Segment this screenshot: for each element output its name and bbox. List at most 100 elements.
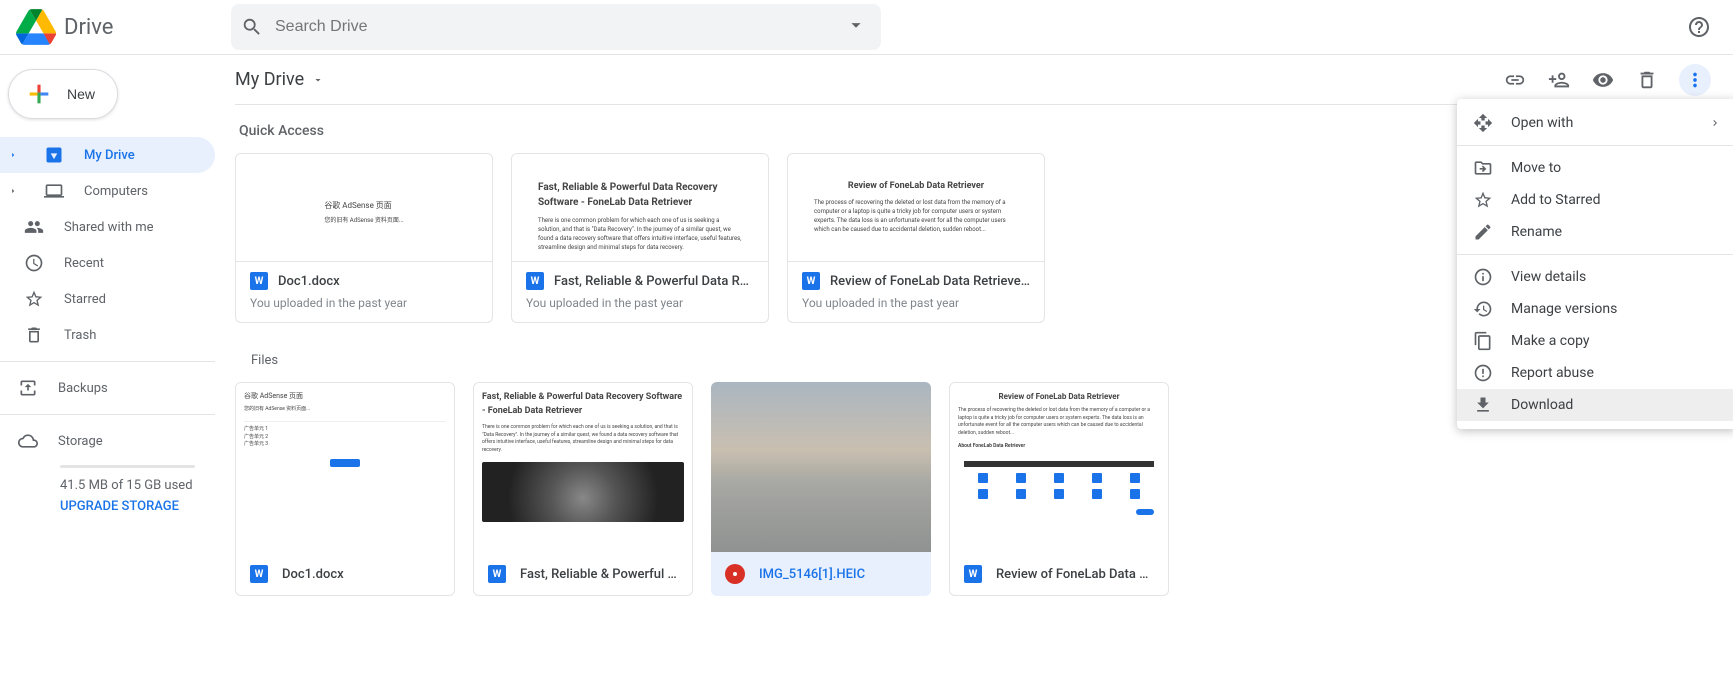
file-card[interactable]: IMG_5146[1].HEIC: [711, 382, 931, 596]
expand-icon: [8, 186, 18, 196]
more-vert-icon: [1684, 69, 1706, 91]
file-subtitle: You uploaded in the past year: [802, 296, 1030, 310]
preview-button[interactable]: [1591, 68, 1615, 92]
delete-button[interactable]: [1635, 68, 1659, 92]
menu-item-make-a-copy[interactable]: Make a copy: [1457, 325, 1733, 357]
quick-access-card[interactable]: Review of FoneLab Data RetrieverThe proc…: [787, 153, 1045, 323]
file-name: Fast, Reliable & Powerful D...: [520, 567, 678, 582]
drive-icon: [44, 145, 64, 165]
menu-item-label: Download: [1511, 397, 1573, 413]
chevron-right-icon: [1709, 117, 1721, 129]
menu-separator: [1457, 254, 1733, 255]
expand-icon: [8, 150, 18, 160]
open-with-icon: [1473, 113, 1493, 133]
menu-item-add-to-starred[interactable]: Add to Starred: [1457, 184, 1733, 216]
sidebar-item-backups[interactable]: Backups: [0, 370, 215, 406]
word-icon: W: [250, 565, 268, 583]
new-button-label: New: [67, 86, 95, 102]
menu-item-label: Manage versions: [1511, 301, 1617, 317]
more-actions-button[interactable]: [1679, 64, 1711, 96]
menu-item-manage-versions[interactable]: Manage versions: [1457, 293, 1733, 325]
menu-item-download[interactable]: Download: [1457, 389, 1733, 421]
search-bar[interactable]: [231, 4, 881, 50]
search-icon: [241, 16, 263, 38]
menu-item-label: Add to Starred: [1511, 192, 1600, 208]
file-card[interactable]: 谷歌 AdSense 页面您的旧有 AdSense 资料页面...广告单元 1广…: [235, 382, 455, 596]
file-subtitle: You uploaded in the past year: [526, 296, 754, 310]
people-icon: [24, 217, 44, 237]
word-icon: W: [488, 565, 506, 583]
clock-icon: [24, 253, 44, 273]
menu-item-rename[interactable]: Rename: [1457, 216, 1733, 248]
search-input[interactable]: [263, 18, 841, 36]
info-icon: [1473, 267, 1493, 287]
sidebar-item-label: Shared with me: [64, 220, 154, 235]
link-icon: [1504, 69, 1526, 91]
menu-item-report-abuse[interactable]: Report abuse: [1457, 357, 1733, 389]
file-name: Doc1.docx: [282, 567, 344, 582]
storage-usage-text: 41.5 MB of 15 GB used: [60, 478, 195, 493]
file-card[interactable]: Review of FoneLab Data RetrieverThe proc…: [949, 382, 1169, 596]
person-add-icon: [1548, 69, 1570, 91]
file-thumbnail: [711, 382, 931, 552]
file-thumbnail: Review of FoneLab Data RetrieverThe proc…: [788, 154, 1044, 262]
menu-item-label: Open with: [1511, 115, 1573, 131]
sidebar-item-recent[interactable]: Recent: [0, 245, 215, 281]
sidebar-item-starred[interactable]: Starred: [0, 281, 215, 317]
menu-item-move-to[interactable]: Move to: [1457, 152, 1733, 184]
file-thumbnail: Fast, Reliable & Powerful Data Recovery …: [512, 154, 768, 262]
menu-item-open-with[interactable]: Open with: [1457, 107, 1733, 139]
report-icon: [1473, 363, 1493, 383]
help-icon: [1687, 15, 1711, 39]
sidebar-item-label: Backups: [58, 381, 108, 396]
sidebar-item-computers[interactable]: Computers: [0, 173, 215, 209]
get-link-button[interactable]: [1503, 68, 1527, 92]
backup-icon: [18, 378, 38, 398]
quick-access-card[interactable]: 谷歌 AdSense 页面您的旧有 AdSense 资料页面... W Doc1.d…: [235, 153, 493, 323]
sidebar-item-label: Computers: [84, 184, 148, 199]
logo-area[interactable]: Drive: [16, 7, 231, 47]
new-button[interactable]: New: [8, 69, 118, 119]
help-button[interactable]: [1685, 13, 1713, 41]
file-subtitle: You uploaded in the past year: [250, 296, 478, 310]
file-thumbnail: 谷歌 AdSense 页面您的旧有 AdSense 资料页面...: [236, 154, 492, 262]
breadcrumb[interactable]: My Drive: [235, 69, 324, 90]
file-name: Review of FoneLab Data Retriever - t...: [830, 274, 1030, 289]
rename-icon: [1473, 222, 1493, 242]
menu-item-label: Rename: [1511, 224, 1562, 240]
sidebar-item-label: Recent: [64, 256, 104, 271]
file-card[interactable]: Fast, Reliable & Powerful Data Recovery …: [473, 382, 693, 596]
menu-item-view-details[interactable]: View details: [1457, 261, 1733, 293]
cloud-icon: [18, 431, 38, 451]
word-icon: W: [526, 272, 544, 290]
file-name: Doc1.docx: [278, 274, 340, 289]
share-button[interactable]: [1547, 68, 1571, 92]
file-thumbnail: Fast, Reliable & Powerful Data Recovery …: [474, 383, 692, 553]
file-name: IMG_5146[1].HEIC: [759, 567, 865, 582]
sidebar-item-label: Starred: [64, 292, 106, 307]
word-icon: W: [964, 565, 982, 583]
eye-icon: [1592, 69, 1614, 91]
star-icon: [1473, 190, 1493, 210]
sidebar-item-shared-with-me[interactable]: Shared with me: [0, 209, 215, 245]
download-icon: [1473, 395, 1493, 415]
sidebar-item-trash[interactable]: Trash: [0, 317, 215, 353]
word-icon: W: [250, 272, 268, 290]
quick-access-card[interactable]: Fast, Reliable & Powerful Data Recovery …: [511, 153, 769, 323]
sidebar-item-label: Storage: [58, 434, 103, 449]
computer-icon: [44, 181, 64, 201]
sidebar-item-storage[interactable]: Storage: [0, 423, 215, 459]
menu-item-label: Make a copy: [1511, 333, 1590, 349]
file-name: Review of FoneLab Data Re...: [996, 567, 1154, 582]
upgrade-storage-link[interactable]: UPGRADE STORAGE: [60, 499, 195, 514]
file-thumbnail: Review of FoneLab Data RetrieverThe proc…: [950, 383, 1168, 553]
menu-item-label: Report abuse: [1511, 365, 1594, 381]
menu-item-label: View details: [1511, 269, 1586, 285]
plus-icon: [25, 80, 53, 108]
file-name: Fast, Reliable & Powerful Data Recov...: [554, 274, 754, 289]
sidebar-item-my-drive[interactable]: My Drive: [0, 137, 215, 173]
search-options-dropdown[interactable]: [841, 10, 871, 44]
storage-bar: [60, 465, 195, 468]
star-icon: [24, 289, 44, 309]
menu-item-label: Move to: [1511, 160, 1561, 176]
